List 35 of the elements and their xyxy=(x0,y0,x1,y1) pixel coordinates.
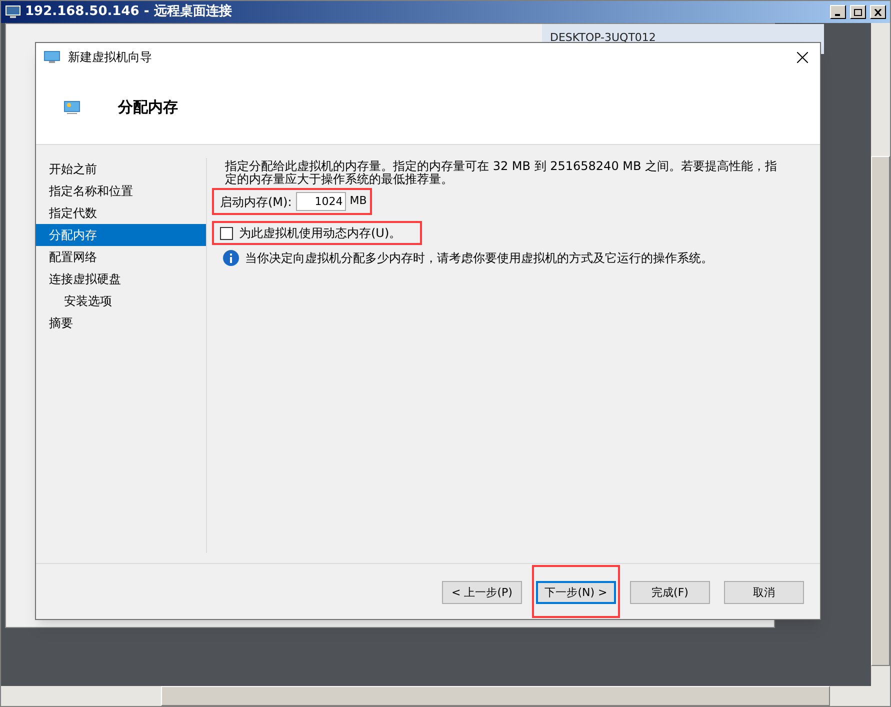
checkbox[interactable] xyxy=(220,226,233,240)
wizard-step[interactable]: 指定名称和位置 xyxy=(36,180,206,202)
wizard-step[interactable]: 开始之前 xyxy=(36,158,206,180)
minimize-button[interactable] xyxy=(830,5,846,19)
wizard-button[interactable]: < 上一步(P) xyxy=(442,581,522,604)
wizard-button[interactable]: 完成(F) xyxy=(630,581,710,604)
monitor-icon xyxy=(5,5,21,19)
unit-label: MB xyxy=(350,193,367,210)
vertical-scrollbar[interactable] xyxy=(871,23,890,686)
wizard-step[interactable]: 摘要 xyxy=(36,312,206,334)
computer-icon xyxy=(44,51,60,63)
wizard-step[interactable]: 连接虚拟硬盘 xyxy=(36,268,206,290)
close-button[interactable] xyxy=(870,5,886,19)
field-label: 启动内存(M): xyxy=(220,194,292,210)
window-title: 192.168.50.146 - 远程桌面连接 xyxy=(25,2,232,22)
dialog-title: 新建虚拟机向导 xyxy=(68,49,152,66)
wizard-step[interactable]: 分配内存 xyxy=(36,224,206,246)
wizard-button[interactable]: 下一步(N) > xyxy=(536,581,616,604)
wizard-step[interactable]: 指定代数 xyxy=(36,202,206,224)
page-heading: 分配内存 xyxy=(118,97,178,118)
wizard-step[interactable]: 安装选项 xyxy=(36,290,206,312)
computer-icon xyxy=(64,100,80,114)
description-text: 指定分配给此虚拟机的内存量。指定的内存量可在 32 MB 到 251658240 MB 之间。若要提高性能，指定的内存量应大于操作系统的最低推荐量。 xyxy=(224,158,778,186)
checkbox-label[interactable]: 为此虚拟机使用动态内存(U)。 xyxy=(239,224,402,242)
info-text: 当你决定向虚拟机分配多少内存时，请考虑你要使用虚拟机的方式及它运行的操作系统。 xyxy=(245,250,713,267)
wizard-step[interactable]: 配置网络 xyxy=(36,246,206,268)
server-name: DESKTOP-3UQT012 xyxy=(550,31,656,44)
wizard-button[interactable]: 取消 xyxy=(724,581,804,604)
maximize-icon xyxy=(854,8,862,16)
close-icon xyxy=(874,8,882,16)
info-icon xyxy=(223,250,239,266)
memory-field[interactable]: 1024 xyxy=(296,192,346,211)
horizontal-scrollbar[interactable] xyxy=(1,686,890,706)
maximize-button[interactable] xyxy=(850,5,866,19)
close-icon xyxy=(796,52,808,62)
